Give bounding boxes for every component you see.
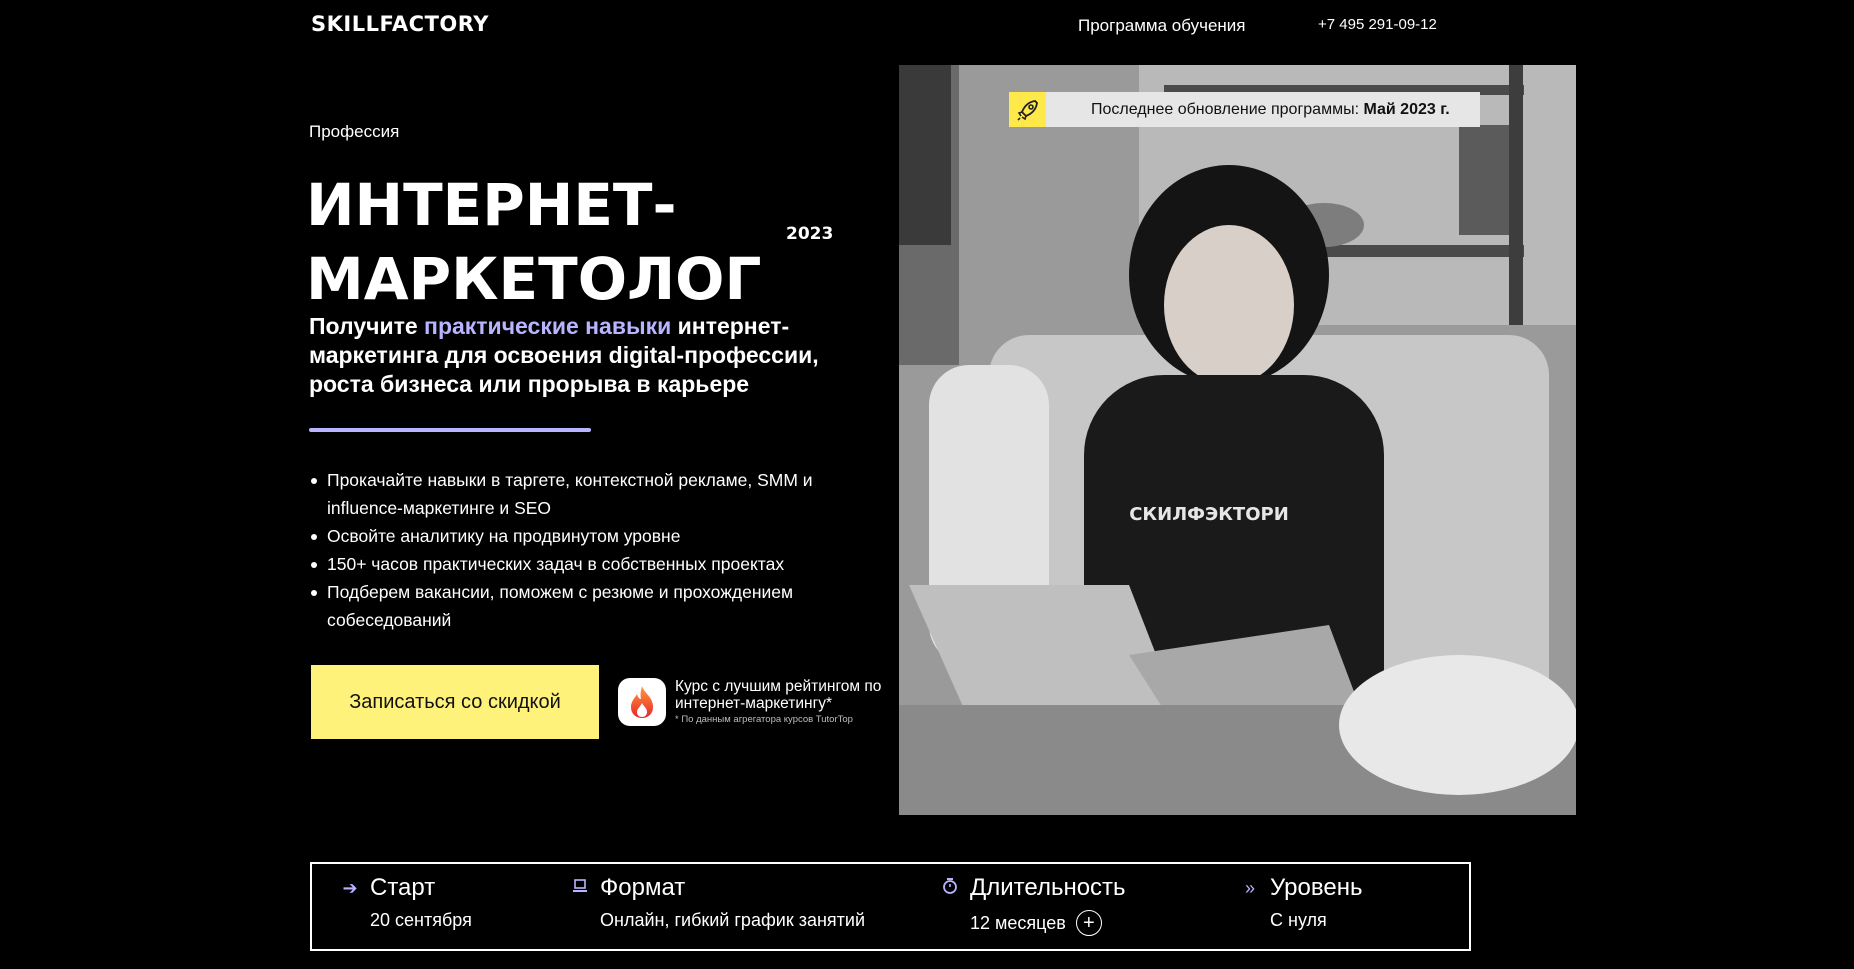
- accent-divider: [309, 428, 591, 432]
- info-duration: Длительность 12 месяцев +: [942, 874, 1126, 936]
- signup-discount-button[interactable]: Записаться со скидкой: [311, 665, 599, 739]
- benefit-item: Подберем вакансии, поможем с резюме и пр…: [309, 578, 869, 634]
- rocket-icon: [1009, 92, 1046, 127]
- update-text: Последнее обновление программы: Май 2023…: [1091, 92, 1450, 127]
- subtitle-accent: практические навыки: [424, 313, 672, 339]
- duration-label: Длительность: [970, 874, 1126, 901]
- profession-eyebrow: Профессия: [309, 122, 400, 141]
- subtitle-text-start: Получите: [309, 313, 425, 339]
- program-update-badge: Последнее обновление программы: Май 2023…: [1009, 92, 1480, 127]
- start-value: 20 сентября: [370, 910, 472, 930]
- update-value: Май 2023 г.: [1363, 101, 1450, 118]
- benefits-list: Прокачайте навыки в таргете, контекстной…: [309, 466, 869, 634]
- course-info-panel: ➔ Старт 20 сентября Формат Онлайн, гибкий…: [310, 862, 1471, 951]
- badge-footnote: * По данным агрегатора курсов TutorTop: [675, 714, 853, 725]
- info-level: » Уровень С нуля: [1242, 874, 1362, 931]
- hero-photo: СКИЛФЭКТОРИ: [899, 65, 1576, 815]
- page-title: ИНТЕРНЕТ- МАРКЕТОЛОГ: [306, 168, 761, 316]
- hero-subtitle: Получите практические навыки интернет-ма…: [309, 312, 869, 399]
- laptop-icon: [572, 878, 588, 899]
- benefit-item: Прокачайте навыки в таргете, контекстной…: [309, 466, 869, 522]
- info-start: ➔ Старт 20 сентября: [342, 874, 472, 931]
- format-label: Формат: [600, 874, 686, 901]
- svg-text:СКИЛФЭКТОРИ: СКИЛФЭКТОРИ: [1129, 504, 1289, 525]
- nav-program-link[interactable]: Программа обучения: [1078, 16, 1246, 36]
- benefit-item: Освойте аналитику на продвинутом уровне: [309, 522, 869, 550]
- rating-badge: Курс с лучшим рейтингом по интернет-марк…: [618, 678, 888, 730]
- double-chevron-icon: »: [1244, 877, 1255, 898]
- benefit-item: 150+ часов практических задач в собствен…: [309, 550, 869, 578]
- arrow-right-icon: ➔: [342, 877, 358, 898]
- duration-details-button[interactable]: +: [1075, 910, 1102, 936]
- page-title-line-1: ИНТЕРНЕТ-: [306, 171, 677, 239]
- level-label: Уровень: [1270, 874, 1363, 901]
- title-year: 2023: [786, 224, 834, 244]
- level-value: С нуля: [1270, 910, 1327, 930]
- badge-title: Курс с лучшим рейтингом по интернет-марк…: [675, 678, 882, 712]
- flame-icon: [618, 678, 666, 726]
- info-format: Формат Онлайн, гибкий график занятий: [572, 874, 865, 931]
- update-label: Последнее обновление программы:: [1091, 101, 1364, 118]
- format-value: Онлайн, гибкий график занятий: [600, 910, 865, 930]
- logo[interactable]: SKILLFACTORY: [311, 12, 489, 36]
- duration-value: 12 месяцев: [970, 912, 1066, 933]
- hero-photo-illustration: СКИЛФЭКТОРИ: [899, 65, 1576, 815]
- start-label: Старт: [370, 874, 436, 901]
- stopwatch-icon: [942, 877, 958, 900]
- page-title-line-2: МАРКЕТОЛОГ: [306, 245, 762, 313]
- phone-number[interactable]: +7 495 291-09-12: [1318, 16, 1437, 33]
